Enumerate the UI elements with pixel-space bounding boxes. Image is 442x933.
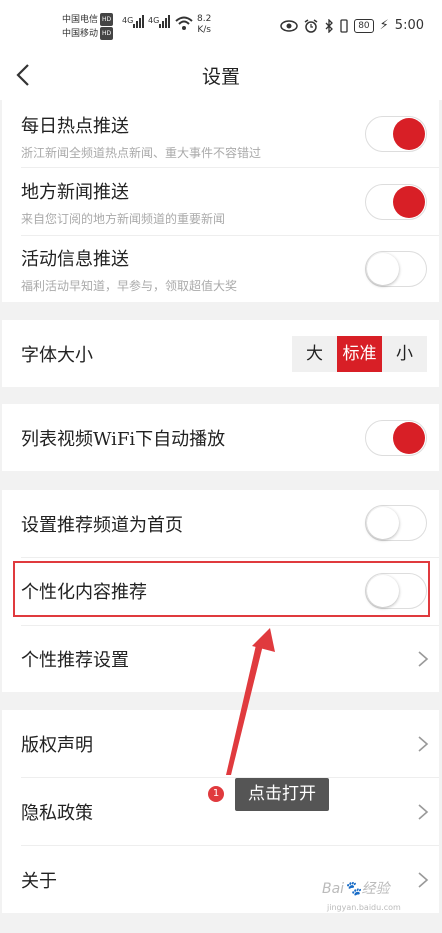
font-size-small-option[interactable]: 小 xyxy=(382,336,427,372)
personal-settings-row[interactable]: 个性推荐设置 xyxy=(2,626,439,692)
status-bar: 中国电信 HD 中国移动 HD 4G 4G 8.2 K/s 80 ⚡ 5:00 xyxy=(0,0,442,52)
wifi-icon xyxy=(175,16,193,30)
carrier-1: 中国电信 xyxy=(62,15,99,25)
callout-label: 点击打开 xyxy=(235,778,329,811)
daily-hot-push-desc: 浙江新闻全频道热点新闻、重大事件不容错过 xyxy=(21,146,262,160)
alarm-icon xyxy=(304,18,318,33)
highlight-box xyxy=(13,561,430,617)
font-size-large-option[interactable]: 大 xyxy=(292,336,337,372)
speed-unit: K/s xyxy=(197,25,211,35)
network-speed: 8.2 K/s xyxy=(197,14,211,36)
vibrate-icon xyxy=(340,18,348,33)
home-channel-row: 设置推荐频道为首页 xyxy=(2,490,439,557)
step-badge: 1 xyxy=(208,786,224,802)
daily-hot-push-row: 每日热点推送 浙江新闻全频道热点新闻、重大事件不容错过 xyxy=(2,100,439,167)
video-autoplay-toggle[interactable] xyxy=(365,420,427,456)
activity-push-label: 活动信息推送 xyxy=(21,249,129,270)
font-size-standard-option[interactable]: 标准 xyxy=(337,336,382,372)
chevron-right-icon xyxy=(418,872,429,888)
daily-hot-push-toggle[interactable] xyxy=(365,116,427,152)
local-news-push-toggle[interactable] xyxy=(365,184,427,220)
eye-icon xyxy=(280,19,298,32)
chevron-right-icon xyxy=(418,736,429,752)
bluetooth-icon xyxy=(325,18,334,33)
carrier-info: 中国电信 HD 中国移动 HD xyxy=(62,13,114,41)
signal-icon-1 xyxy=(133,15,144,28)
video-autoplay-card: 列表视频WiFi下自动播放 xyxy=(2,404,439,471)
about-label: 关于 xyxy=(21,871,57,892)
page-title: 设置 xyxy=(201,66,240,88)
font-size-selector: 大 标准 小 xyxy=(292,336,427,372)
baidu-watermark-logo: Bai🐾经验 xyxy=(322,881,390,897)
copyright-row[interactable]: 版权声明 xyxy=(2,710,439,777)
chevron-right-icon xyxy=(418,651,429,667)
activity-push-toggle[interactable] xyxy=(365,251,427,287)
home-channel-toggle[interactable] xyxy=(365,505,427,541)
signal-icon-2 xyxy=(159,15,170,28)
video-autoplay-row: 列表视频WiFi下自动播放 xyxy=(2,404,439,471)
charging-icon: ⚡ xyxy=(379,18,389,33)
privacy-policy-label: 隐私政策 xyxy=(21,803,93,824)
status-right: 80 ⚡ 5:00 xyxy=(280,18,424,33)
local-news-push-label: 地方新闻推送 xyxy=(21,182,129,203)
font-size-label: 字体大小 xyxy=(21,345,93,366)
font-size-card: 字体大小 大 标准 小 xyxy=(2,320,439,387)
clock: 5:00 xyxy=(394,18,424,33)
hd-badge-2: HD xyxy=(100,27,114,40)
battery-icon: 80 xyxy=(354,18,374,33)
push-settings-card: 每日热点推送 浙江新闻全频道热点新闻、重大事件不容错过 地方新闻推送 来自您订阅… xyxy=(2,100,439,302)
chevron-right-icon xyxy=(418,804,429,820)
activity-push-row: 活动信息推送 福利活动早知道，早参与，领取超值大奖 xyxy=(2,236,439,302)
video-autoplay-label: 列表视频WiFi下自动播放 xyxy=(21,429,226,450)
title-bar: 设置 xyxy=(0,52,442,100)
network-type-1: 4G xyxy=(122,16,134,25)
local-news-push-row: 地方新闻推送 来自您订阅的地方新闻频道的重要新闻 xyxy=(2,168,439,235)
carrier-2: 中国移动 xyxy=(62,29,99,39)
personal-settings-label: 个性推荐设置 xyxy=(21,650,129,671)
hd-badge-1: HD xyxy=(100,13,114,26)
network-type-2: 4G xyxy=(148,16,160,25)
baidu-watermark-url: jingyan.baidu.com xyxy=(327,903,401,912)
speed-value: 8.2 xyxy=(197,14,212,24)
local-news-push-desc: 来自您订阅的地方新闻频道的重要新闻 xyxy=(21,212,226,226)
activity-push-desc: 福利活动早知道，早参与，领取超值大奖 xyxy=(21,279,238,293)
copyright-label: 版权声明 xyxy=(21,735,93,756)
home-channel-label: 设置推荐频道为首页 xyxy=(21,515,183,536)
daily-hot-push-label: 每日热点推送 xyxy=(21,116,129,137)
font-size-row: 字体大小 大 标准 小 xyxy=(2,320,439,387)
